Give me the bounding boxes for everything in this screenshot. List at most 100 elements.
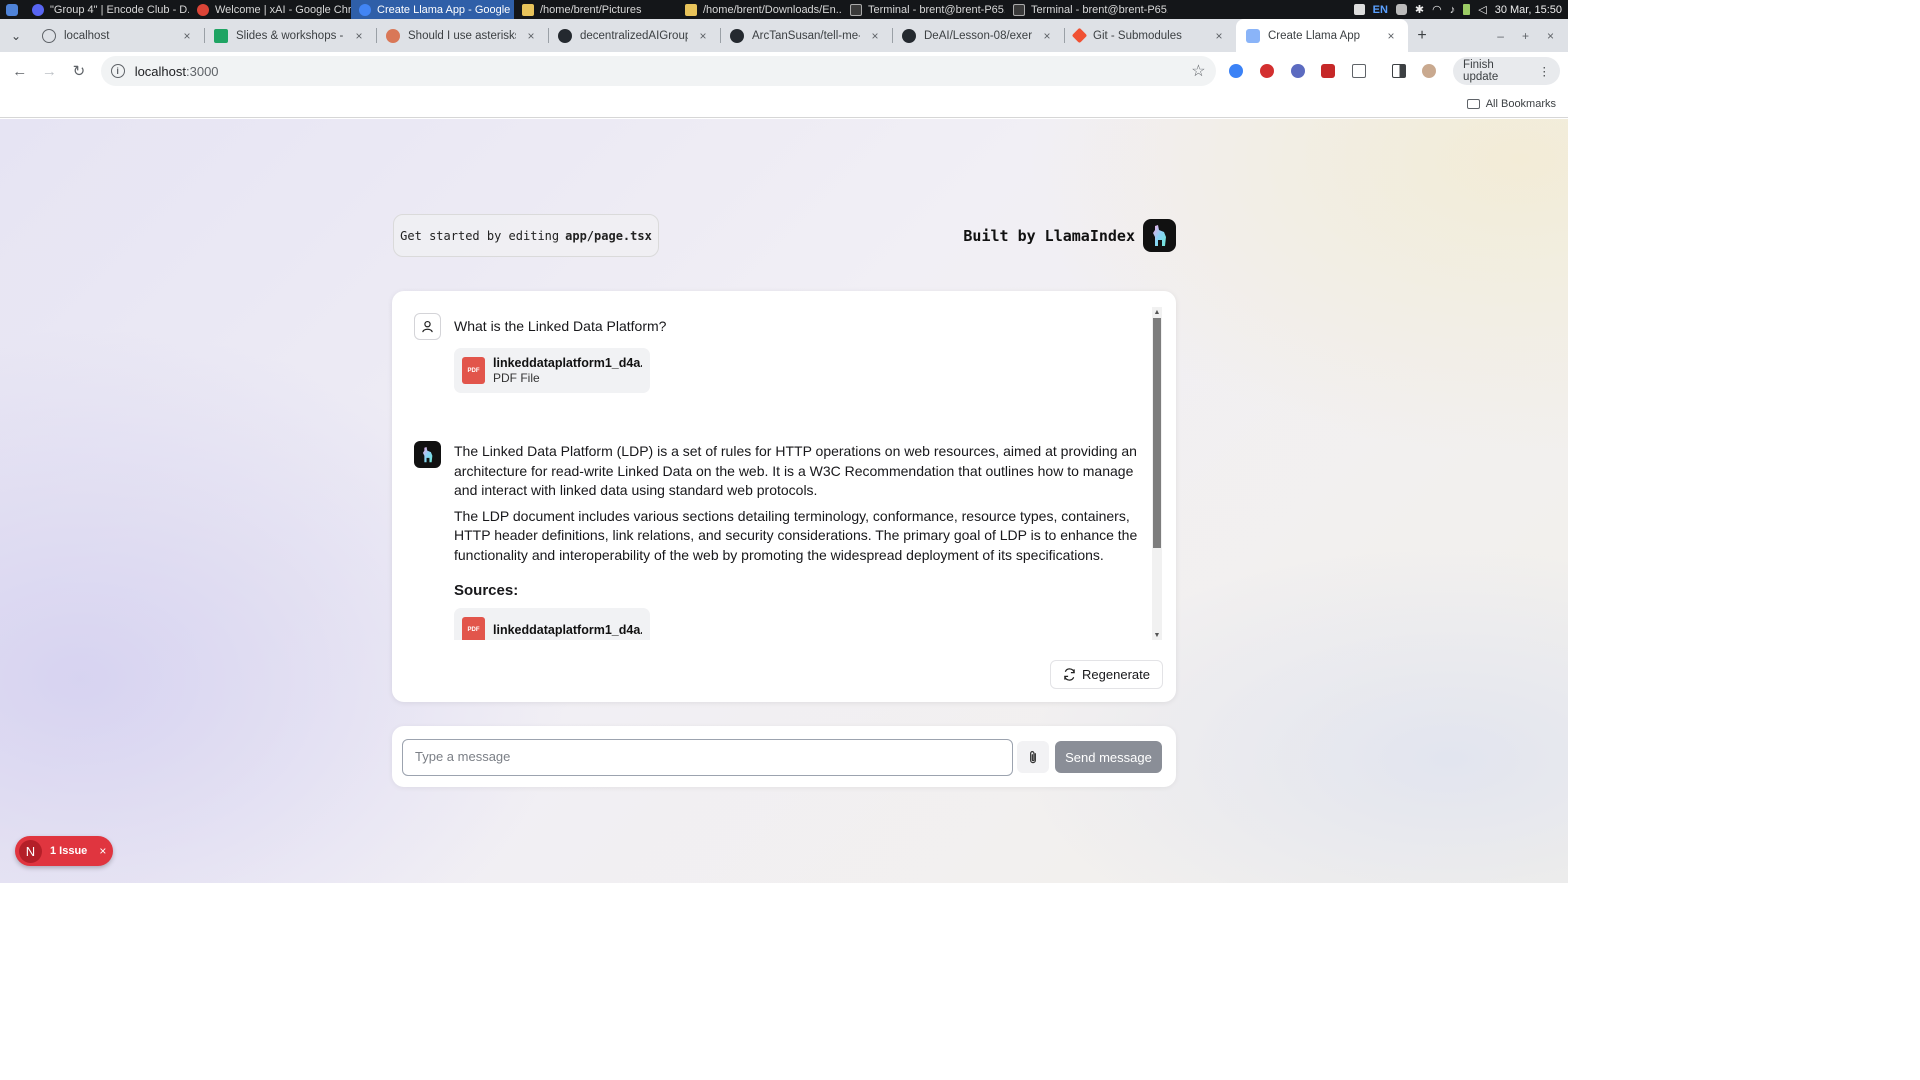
close-tab-icon[interactable]: × (352, 29, 366, 43)
finish-update-button[interactable]: Finish update ⋮ (1453, 57, 1560, 85)
globe-icon (42, 28, 56, 43)
clock[interactable]: 30 Mar, 15:50 (1495, 4, 1562, 16)
send-message-button[interactable]: Send message (1055, 741, 1162, 773)
volume-icon[interactable]: ◁ (1478, 3, 1486, 16)
tab-title: Git - Submodules (1093, 29, 1182, 42)
browser-tab-github-arctan[interactable]: ArcTanSusan/tell-me-a-jo × (720, 19, 892, 52)
bookmark-star-icon[interactable]: ☆ (1191, 61, 1205, 81)
tab-search-button[interactable]: ⌄ (0, 19, 32, 52)
taskbar-item-label: /home/brent/Downloads/En... (703, 3, 842, 16)
terminal-icon (850, 3, 862, 16)
discord-tray-icon[interactable] (1395, 4, 1407, 15)
keyboard-layout-indicator[interactable]: EN (1373, 4, 1388, 16)
browser-tab-github-decentralized[interactable]: decentralizedAIGroup4/l × (548, 19, 720, 52)
chrome-icon (197, 3, 209, 16)
site-info-icon[interactable]: i (110, 64, 125, 78)
all-bookmarks-button[interactable]: All Bookmarks (1486, 98, 1556, 110)
url-host: localhost (134, 63, 186, 79)
printer-icon[interactable] (1353, 4, 1365, 15)
battery-icon[interactable] (1463, 4, 1471, 15)
tab-title: Should I use asterisks or (408, 29, 516, 42)
taskbar-item-pictures-folder[interactable]: /home/brent/Pictures (514, 0, 677, 19)
extension-2[interactable] (1257, 61, 1277, 81)
taskbar-item-terminal-1[interactable]: Terminal - brent@brent-P65... (842, 0, 1005, 19)
profile-button[interactable] (1419, 61, 1439, 81)
extension-4[interactable] (1318, 61, 1338, 81)
message-input[interactable] (402, 739, 1013, 776)
address-bar[interactable]: i localhost:3000 ☆ (100, 56, 1216, 86)
paperclip-icon (1030, 750, 1036, 763)
taskbar-item-chrome-llama[interactable]: Create Llama App - Google ... (351, 0, 514, 19)
close-tab-icon[interactable]: × (524, 29, 538, 43)
url-port: :3000 (186, 63, 219, 79)
wifi-icon[interactable]: ◠ (1432, 3, 1442, 16)
source-file-chip[interactable]: PDF linkeddataplatform1_d4a... (454, 607, 650, 640)
chevron-down-icon: ⌄ (10, 28, 22, 43)
close-tab-icon[interactable]: × (180, 29, 194, 43)
browser-tab-git-submodules[interactable]: Git - Submodules × (1064, 19, 1236, 52)
close-tab-icon[interactable]: × (696, 29, 710, 43)
google-drive-icon (214, 28, 228, 43)
tab-title: ArcTanSusan/tell-me-a-jo (752, 29, 860, 42)
terminal-icon (1013, 3, 1025, 16)
forward-button[interactable]: → (38, 59, 62, 83)
menu-icon (6, 3, 18, 16)
url-text[interactable]: localhost:3000 (135, 64, 1182, 79)
browser-tab-github-deai[interactable]: DeAI/Lesson-08/exercise × (892, 19, 1064, 52)
close-tab-icon[interactable]: × (868, 29, 882, 43)
close-tab-icon[interactable]: × (1384, 29, 1398, 43)
browser-tab-localhost[interactable]: localhost × (32, 19, 204, 52)
tab-title: localhost (64, 29, 110, 42)
taskbar-item-terminal-2[interactable]: Terminal - brent@brent-P65... (1005, 0, 1168, 19)
chat-scroll-area[interactable]: What is the Linked Data Platform? PDF li… (412, 307, 1152, 640)
bookmarks-bar: All Bookmarks (0, 90, 1568, 118)
new-tab-button[interactable]: + (1408, 19, 1436, 52)
close-icon[interactable]: × (99, 844, 106, 858)
tab-title: Slides & workshops - Goo (236, 29, 344, 42)
chat-messages-card: What is the Linked Data Platform? PDF li… (392, 291, 1176, 702)
scrollbar-thumb[interactable] (1153, 318, 1161, 548)
maximize-icon[interactable]: + (1522, 29, 1529, 43)
taskbar-item-downloads-folder[interactable]: /home/brent/Downloads/En... (677, 0, 842, 19)
llama-favicon-icon (1246, 28, 1260, 43)
scroll-down-arrow-icon[interactable]: ▼ (1152, 630, 1162, 640)
nextjs-issues-badge[interactable]: N 1 Issue × (15, 836, 113, 866)
back-button[interactable]: ← (8, 59, 32, 83)
chat-scrollbar[interactable]: ▲ ▼ (1152, 307, 1162, 640)
refresh-icon (1064, 668, 1075, 681)
source-file-name: linkeddataplatform1_d4a... (493, 622, 642, 637)
taskbar-item-label: "Group 4" | Encode Club - D... (50, 3, 189, 16)
attach-file-button[interactable] (1017, 741, 1049, 773)
bluetooth-icon[interactable]: ✱ (1415, 3, 1424, 16)
github-icon (730, 28, 744, 43)
claude-icon (386, 28, 400, 43)
extension-1[interactable] (1227, 61, 1247, 81)
assistant-avatar (414, 441, 441, 468)
github-icon (558, 28, 572, 43)
taskbar-item-chrome-xai[interactable]: Welcome | xAI - Google Chr... (189, 0, 351, 19)
notification-bell-icon[interactable]: ♪ (1450, 4, 1456, 16)
github-icon (902, 28, 916, 43)
issue-count-label[interactable]: 1 Issue (50, 845, 87, 857)
user-avatar (414, 313, 441, 340)
reload-button[interactable]: ↻ (67, 59, 91, 83)
taskbar-item-discord[interactable]: "Group 4" | Encode Club - D... (24, 0, 189, 19)
extension-3[interactable] (1288, 61, 1308, 81)
minimize-icon[interactable]: – (1497, 29, 1504, 43)
extensions-menu[interactable] (1349, 61, 1369, 81)
tab-title: Create Llama App (1268, 29, 1361, 42)
close-tab-icon[interactable]: × (1212, 29, 1226, 43)
close-window-icon[interactable]: × (1547, 29, 1554, 43)
browser-tab-create-llama-app[interactable]: Create Llama App × (1236, 19, 1408, 52)
app-menu-button[interactable] (0, 0, 24, 19)
scroll-up-arrow-icon[interactable]: ▲ (1152, 307, 1162, 317)
browser-tab-asterisks[interactable]: Should I use asterisks or × (376, 19, 548, 52)
regenerate-button[interactable]: Regenerate (1050, 660, 1163, 689)
built-by-llamaindex[interactable]: Built by LlamaIndex (963, 219, 1176, 252)
side-panel-button[interactable] (1389, 61, 1409, 81)
close-tab-icon[interactable]: × (1040, 29, 1054, 43)
nextjs-logo-icon: N (19, 839, 42, 863)
browser-tab-slides[interactable]: Slides & workshops - Goo × (204, 19, 376, 52)
llama-icon (422, 446, 432, 462)
attachment-chip[interactable]: PDF linkeddataplatform1_d4a... PDF File (454, 348, 650, 393)
